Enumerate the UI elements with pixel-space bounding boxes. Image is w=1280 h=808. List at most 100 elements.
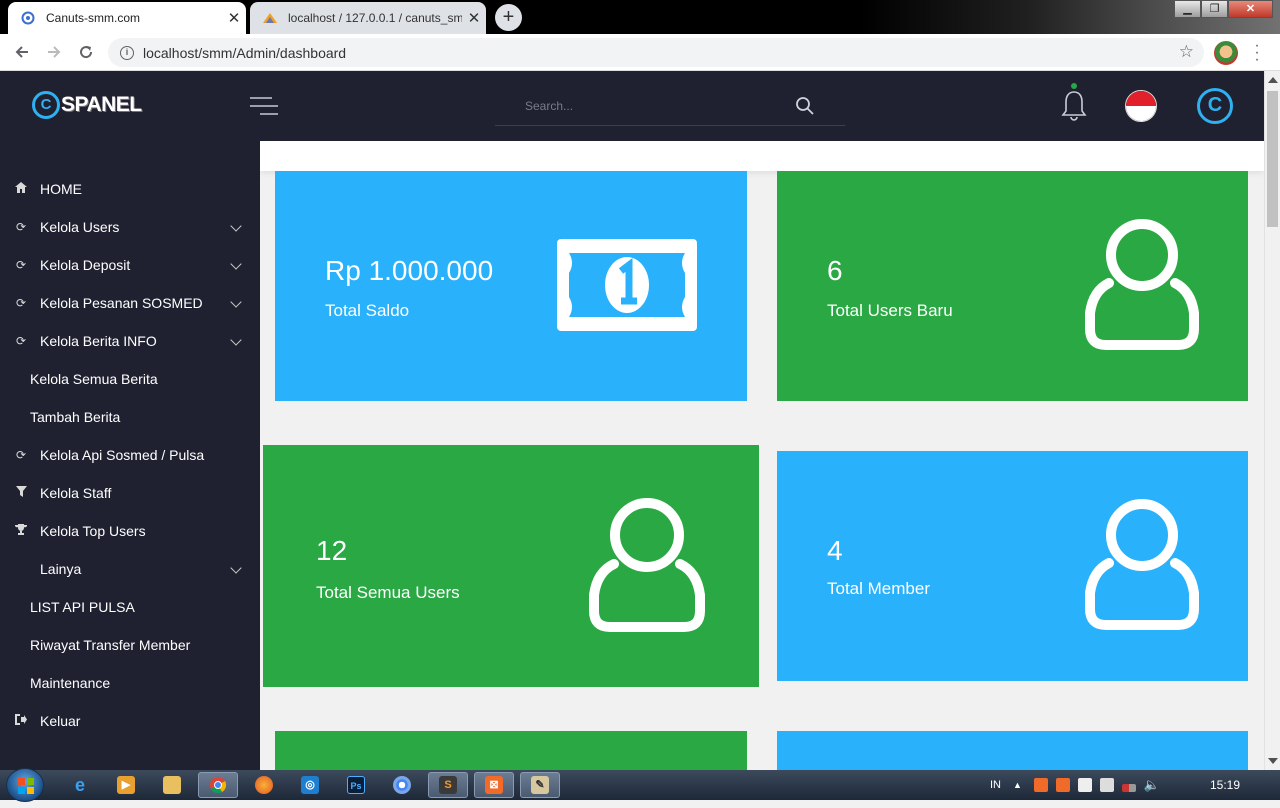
taskbar-clock[interactable]: 15:19 xyxy=(1210,778,1240,792)
minimize-button[interactable]: ▁ xyxy=(1174,0,1201,18)
taskbar-sublime[interactable]: S xyxy=(428,772,468,798)
page-scrollbar[interactable] xyxy=(1264,71,1280,770)
sidebar-item-lainya[interactable]: Lainya xyxy=(0,550,260,588)
browser-tab-active[interactable]: Canuts-smm.com ✕ xyxy=(8,2,246,34)
chromium-icon xyxy=(393,776,411,794)
sidebar-item-kelola-staff[interactable]: Kelola Staff xyxy=(0,474,260,512)
user-icon xyxy=(589,498,705,632)
stat-card-total-saldo[interactable]: Rp 1.000.000 Total Saldo xyxy=(275,171,747,401)
search-icon[interactable] xyxy=(795,96,815,116)
taskbar-chromium[interactable] xyxy=(382,772,422,798)
sidebar-item-label: Kelola Api Sosmed / Pulsa xyxy=(40,447,205,463)
sidebar-item-kelola-pesanan[interactable]: ⟳ Kelola Pesanan SOSMED xyxy=(0,284,260,322)
scroll-thumb[interactable] xyxy=(1267,91,1278,227)
address-bar[interactable]: i localhost/smm/Admin/dashboard ☆ xyxy=(108,38,1204,67)
reload-button[interactable] xyxy=(74,40,98,64)
stat-card-total-member[interactable]: 4 Total Member xyxy=(777,451,1248,681)
taskbar-ie[interactable]: e xyxy=(60,772,100,798)
taskbar-paint[interactable]: ✎ xyxy=(520,772,560,798)
tab-close-icon[interactable]: ✕ xyxy=(462,9,486,27)
user-avatar[interactable]: C xyxy=(1197,88,1233,124)
browser-menu-icon[interactable]: · · · xyxy=(1252,38,1262,68)
sidebar-subitem-semua-berita[interactable]: Kelola Semua Berita xyxy=(0,360,260,398)
scroll-up-icon[interactable] xyxy=(1268,77,1278,83)
sidebar-item-label: HOME xyxy=(40,181,82,197)
stat-card-partial[interactable] xyxy=(275,731,747,770)
tab-close-icon[interactable]: ✕ xyxy=(222,9,246,27)
forward-button[interactable] xyxy=(42,40,66,64)
input-language[interactable]: IN xyxy=(990,779,1001,791)
volume-icon[interactable]: 🔈 xyxy=(1144,777,1160,793)
browser-tabstrip: Canuts-smm.com ✕ localhost / 127.0.0.1 /… xyxy=(0,0,1280,34)
language-flag-indonesia[interactable] xyxy=(1125,90,1157,122)
browser-profile-avatar[interactable] xyxy=(1214,41,1238,65)
windows-taskbar: e ▶ ◎ Ps S ⊠ ✎ IN ▲ 🔈 15:19 xyxy=(0,768,1280,802)
chevron-down-icon xyxy=(230,296,242,308)
stat-label: Total Saldo xyxy=(325,301,410,320)
user-icon xyxy=(1085,219,1199,350)
stat-value: 4 xyxy=(827,535,843,566)
browser-tab-inactive[interactable]: localhost / 127.0.0.1 / canuts_smm ✕ xyxy=(250,2,486,34)
sidebar-item-kelola-top-users[interactable]: Kelola Top Users xyxy=(0,512,260,550)
address-url: localhost/smm/Admin/dashboard xyxy=(143,44,347,61)
sidebar-item-kelola-users[interactable]: ⟳ Kelola Users xyxy=(0,208,260,246)
refresh-icon: ⟳ xyxy=(15,296,27,310)
close-window-button[interactable]: ✕ xyxy=(1228,0,1273,18)
taskbar-xampp[interactable]: ⊠ xyxy=(474,772,514,798)
taskbar-firefox[interactable] xyxy=(244,772,284,798)
notification-bell[interactable] xyxy=(1060,83,1088,123)
taskbar-photoshop[interactable]: Ps xyxy=(336,772,376,798)
stat-card-partial[interactable] xyxy=(777,731,1248,770)
user-icon xyxy=(1085,499,1199,630)
windows-logo-icon xyxy=(18,778,34,794)
sidebar-subitem-list-api-pulsa[interactable]: LIST API PULSA xyxy=(0,588,260,626)
new-tab-button[interactable]: + xyxy=(495,4,522,31)
sidebar-item-keluar[interactable]: Keluar xyxy=(0,702,260,740)
tray-expand-icon[interactable]: ▲ xyxy=(1013,780,1022,790)
firefox-icon xyxy=(255,776,273,794)
filter-icon xyxy=(14,486,28,500)
stat-label: Total Member xyxy=(827,579,930,598)
scroll-down-icon[interactable] xyxy=(1268,758,1278,764)
menu-toggle-icon[interactable] xyxy=(250,97,278,115)
stat-value: Rp 1.000.000 xyxy=(325,255,494,286)
back-button[interactable] xyxy=(10,40,34,64)
sidebar-subitem-riwayat-transfer[interactable]: Riwayat Transfer Member xyxy=(0,626,260,664)
app-header: C SPANEL C xyxy=(0,71,1264,141)
sublime-text-icon: S xyxy=(439,776,457,794)
money-icon xyxy=(557,239,697,331)
signal-icon[interactable] xyxy=(1121,784,1136,792)
phpmyadmin-favicon-icon xyxy=(262,10,278,26)
sidebar-item-kelola-deposit[interactable]: ⟳ Kelola Deposit xyxy=(0,246,260,284)
sidebar-subitem-tambah-berita[interactable]: Tambah Berita xyxy=(0,398,260,436)
logo[interactable]: C SPANEL xyxy=(32,91,142,119)
stat-card-total-users-baru[interactable]: 6 Total Users Baru xyxy=(777,171,1248,401)
taskbar-chrome[interactable] xyxy=(198,772,238,798)
start-button[interactable] xyxy=(6,768,44,802)
sidebar-subitem-maintenance[interactable]: Maintenance xyxy=(0,664,260,702)
content-topbar xyxy=(260,141,1264,171)
sidebar-item-label: Lainya xyxy=(40,561,82,577)
trophy-icon xyxy=(14,523,28,539)
network-flag-icon[interactable] xyxy=(1077,778,1092,792)
xampp-tray-icon[interactable] xyxy=(1055,778,1070,792)
sidebar-item-kelola-api[interactable]: ⟳ Kelola Api Sosmed / Pulsa xyxy=(0,436,260,474)
site-info-icon[interactable]: i xyxy=(120,45,134,60)
taskbar-app[interactable]: ◎ xyxy=(290,772,330,798)
xampp-icon: ⊠ xyxy=(485,776,503,794)
browser-toolbar: i localhost/smm/Admin/dashboard ☆ xyxy=(0,34,1280,71)
xampp-tray-icon[interactable] xyxy=(1033,778,1048,792)
search-input[interactable] xyxy=(495,95,785,117)
bookmark-star-icon[interactable]: ☆ xyxy=(1179,42,1194,62)
sidebar-item-label: Kelola Berita INFO xyxy=(40,333,157,349)
maximize-button[interactable]: ❐ xyxy=(1201,0,1228,18)
app-icon: ◎ xyxy=(301,776,319,794)
taskbar-explorer[interactable] xyxy=(152,772,192,798)
sidebar-item-kelola-berita[interactable]: ⟳ Kelola Berita INFO xyxy=(0,322,260,360)
refresh-icon: ⟳ xyxy=(15,220,27,234)
usb-icon[interactable] xyxy=(1099,778,1114,792)
taskbar-media[interactable]: ▶ xyxy=(106,772,146,798)
stat-card-total-semua-users[interactable]: 12 Total Semua Users xyxy=(263,445,759,687)
stat-label: Total Semua Users xyxy=(316,583,460,602)
sidebar-item-home[interactable]: HOME xyxy=(0,170,260,208)
